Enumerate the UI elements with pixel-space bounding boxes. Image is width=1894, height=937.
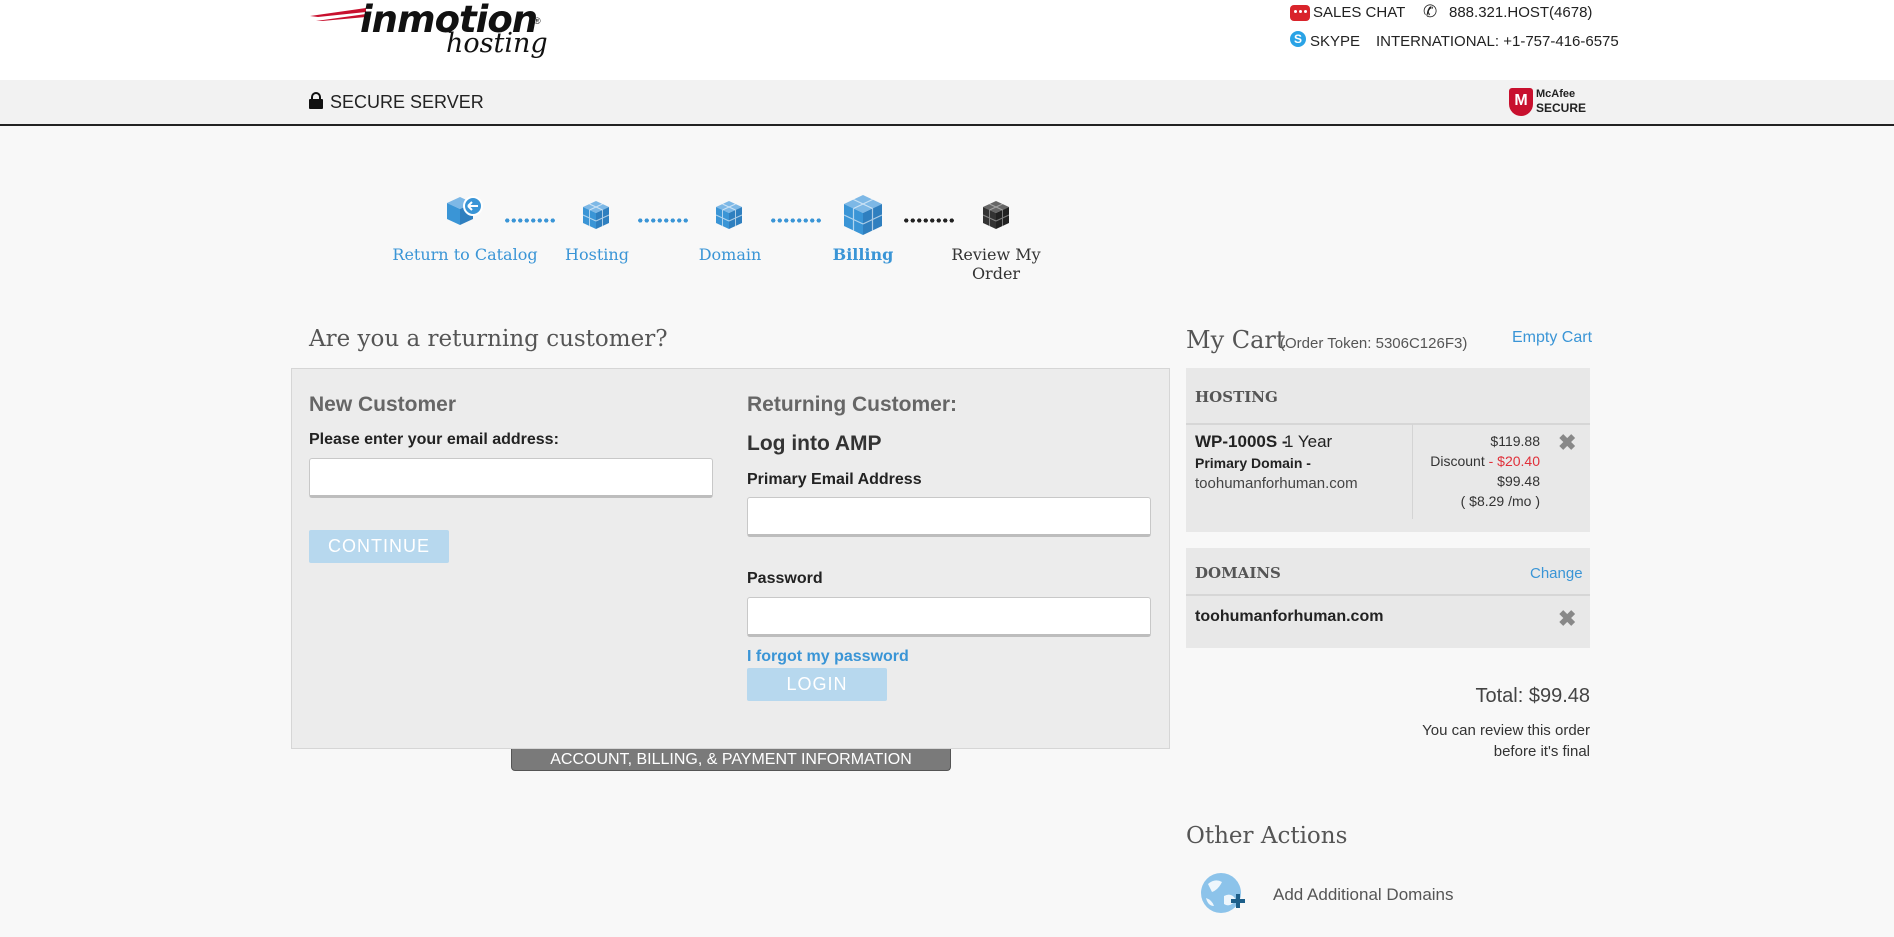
review-note-line1: You can review this order xyxy=(1422,722,1590,739)
review-note-line2: before it's final xyxy=(1493,743,1590,760)
logo-swoosh-icon xyxy=(310,8,366,21)
new-customer-prompt: Please enter your email address: xyxy=(309,431,559,448)
mcafee-badge[interactable]: M McAfee SECURE xyxy=(1509,88,1591,118)
mcafee-secure-text: SECURE xyxy=(1536,101,1587,115)
hosting-term: 1 Year xyxy=(1284,432,1333,451)
hosting-price: $119.88 xyxy=(1490,433,1540,449)
new-customer-title: New Customer xyxy=(309,393,457,416)
international-phone: INTERNATIONAL: +1-757-416-6575 xyxy=(1376,33,1619,50)
hosting-cube-icon[interactable] xyxy=(581,199,611,231)
new-customer-email-input[interactable] xyxy=(309,458,713,498)
discount-row: Discount - $20.40 xyxy=(1400,453,1540,469)
domains-section-header: DOMAINS xyxy=(1195,564,1281,582)
hosting-monthly-price: ( $8.29 /mo ) xyxy=(1460,493,1540,509)
account-billing-section-tab[interactable]: ACCOUNT, BILLING, & PAYMENT INFORMATION xyxy=(511,749,951,771)
change-domain-link[interactable]: Change xyxy=(1530,565,1583,582)
discount-value: - $20.40 xyxy=(1488,453,1540,469)
skype-link[interactable]: SKYPE xyxy=(1310,33,1360,50)
return-catalog-icon[interactable] xyxy=(443,193,483,229)
logo-subtitle: hosting xyxy=(446,28,548,59)
primary-domain-value: toohumanforhuman.com xyxy=(1195,475,1358,492)
other-actions-title: Other Actions xyxy=(1186,823,1348,849)
domains-cart-item xyxy=(1186,548,1590,648)
billing-cube-icon[interactable] xyxy=(842,193,884,237)
returning-customer-heading: Are you a returning customer? xyxy=(309,326,668,352)
skype-icon: S xyxy=(1290,31,1306,47)
step-hosting[interactable]: Hosting xyxy=(547,245,647,264)
order-token: (Order Token: 5306C126F3) xyxy=(1280,335,1468,352)
remove-domain-icon[interactable]: ✖ xyxy=(1558,606,1576,632)
cart-domain-name: toohumanforhuman.com xyxy=(1195,608,1384,625)
phone-icon: ✆ xyxy=(1423,2,1438,21)
returning-customer-title: Returning Customer: xyxy=(747,393,957,416)
login-button[interactable]: LOGIN xyxy=(747,668,887,701)
add-additional-domains-link[interactable]: Add Additional Domains xyxy=(1273,885,1454,905)
step-connector xyxy=(637,218,689,223)
secure-server-label: SECURE SERVER xyxy=(330,92,484,112)
step-connector xyxy=(903,218,955,223)
cart-total: Total: $99.48 xyxy=(1475,685,1590,707)
step-billing[interactable]: Billing xyxy=(813,245,913,264)
email-label: Primary Email Address xyxy=(747,471,922,488)
cart-title: My Cart xyxy=(1186,326,1286,354)
domain-cube-icon[interactable] xyxy=(714,199,744,231)
mcafee-shield-icon: M xyxy=(1509,88,1533,116)
top-header: inmotion ® hosting SALES CHAT ✆ 888.321.… xyxy=(0,0,1894,80)
password-label: Password xyxy=(747,570,823,587)
primary-email-input[interactable] xyxy=(747,497,1151,537)
empty-cart-link[interactable]: Empty Cart xyxy=(1512,329,1592,347)
review-cube-icon[interactable] xyxy=(981,199,1011,231)
remove-hosting-icon[interactable]: ✖ xyxy=(1558,430,1576,456)
chat-icon xyxy=(1290,5,1310,21)
step-return-to-catalog[interactable]: Return to Catalog xyxy=(390,245,540,264)
hosting-net-price: $99.48 xyxy=(1497,473,1540,489)
mcafee-name: McAfee xyxy=(1536,88,1576,100)
amp-login-title: Log into AMP xyxy=(747,432,882,455)
step-domain[interactable]: Domain xyxy=(680,245,780,264)
step-connector xyxy=(770,218,822,223)
sales-chat-link[interactable]: SALES CHAT xyxy=(1313,4,1405,21)
hosting-plan: WP-1000S - xyxy=(1195,432,1288,451)
step-connector xyxy=(504,218,556,223)
add-domains-globe-icon[interactable] xyxy=(1200,872,1248,916)
forgot-password-link[interactable]: I forgot my password xyxy=(747,648,909,666)
lock-icon xyxy=(309,92,323,109)
step-review-my-order[interactable]: Review My Order xyxy=(926,245,1066,283)
primary-domain-label: Primary Domain - xyxy=(1195,455,1311,471)
logo-registered-mark: ® xyxy=(534,16,541,26)
discount-label: Discount xyxy=(1430,453,1485,469)
password-input[interactable] xyxy=(747,597,1151,637)
hosting-section-header: HOSTING xyxy=(1195,388,1278,406)
secure-server-bar xyxy=(0,80,1894,126)
continue-button[interactable]: CONTINUE xyxy=(309,530,449,563)
phone-number[interactable]: 888.321.HOST(4678) xyxy=(1449,4,1592,21)
